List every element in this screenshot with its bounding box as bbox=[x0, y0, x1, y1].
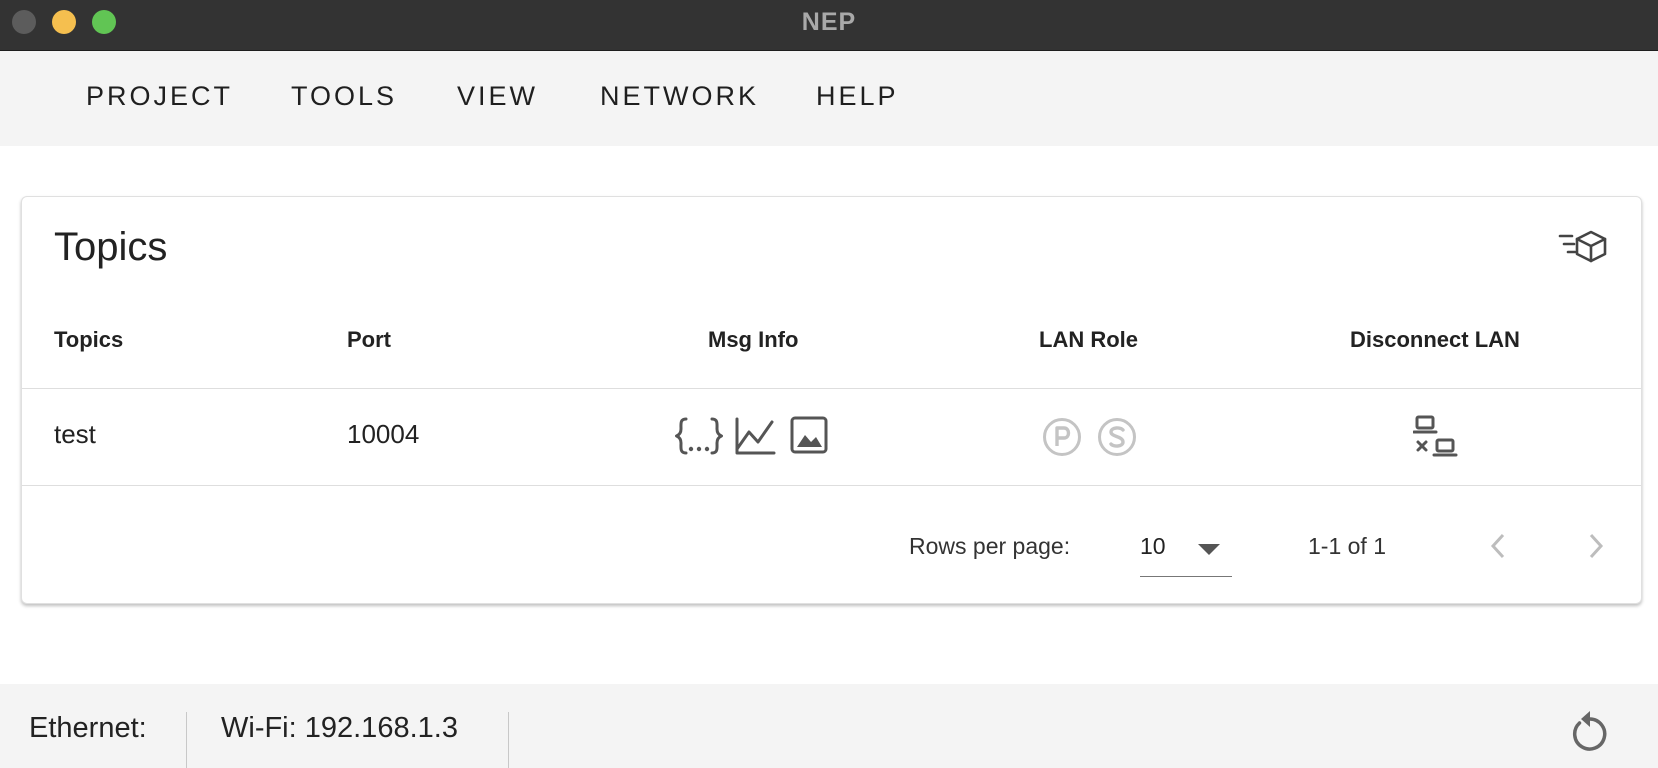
menu-tools[interactable]: TOOLS bbox=[291, 81, 397, 112]
status-divider bbox=[508, 712, 509, 768]
chevron-down-icon bbox=[1198, 544, 1220, 555]
column-header-topics[interactable]: Topics bbox=[54, 327, 123, 353]
menu-bar: PROJECT TOOLS VIEW NETWORK HELP bbox=[0, 51, 1658, 146]
filter-cube-icon[interactable] bbox=[1558, 227, 1612, 267]
window-title: NEP bbox=[801, 8, 857, 36]
next-page-button[interactable] bbox=[1585, 531, 1607, 566]
row-divider bbox=[22, 485, 1641, 486]
previous-page-button[interactable] bbox=[1487, 531, 1509, 566]
window-titlebar: NEP bbox=[0, 0, 1658, 51]
json-braces-icon[interactable] bbox=[675, 416, 723, 461]
lan-disconnect-icon[interactable] bbox=[1412, 414, 1459, 465]
rows-per-page-select[interactable]: 10 bbox=[1140, 519, 1232, 577]
pagination-range: 1-1 of 1 bbox=[1308, 533, 1386, 559]
publisher-p-icon[interactable] bbox=[1042, 417, 1082, 462]
status-bar: Ethernet: Wi-Fi: 192.168.1.3 bbox=[0, 684, 1658, 768]
column-header-msg-info: Msg Info bbox=[708, 327, 799, 352]
wifi-status: Wi-Fi: 192.168.1.3 bbox=[221, 712, 458, 744]
subscriber-s-icon[interactable] bbox=[1097, 417, 1137, 462]
image-icon[interactable] bbox=[790, 416, 828, 459]
header-divider bbox=[22, 388, 1641, 389]
rows-per-page-label: Rows per page: bbox=[909, 533, 1071, 559]
ethernet-status: Ethernet: bbox=[29, 712, 147, 744]
refresh-icon[interactable] bbox=[1570, 708, 1610, 757]
card-title: Topics bbox=[54, 225, 168, 269]
topic-port: 10004 bbox=[347, 419, 420, 449]
topics-card: Topics Topics Port Msg Info LAN Role Dis… bbox=[21, 196, 1642, 604]
menu-view[interactable]: VIEW bbox=[457, 81, 538, 112]
rows-per-page-value: 10 bbox=[1140, 533, 1166, 559]
column-header-lan-role: LAN Role bbox=[1039, 327, 1138, 352]
topic-name: test bbox=[54, 419, 96, 449]
menu-project[interactable]: PROJECT bbox=[86, 81, 233, 112]
column-header-disconnect-lan: Disconnect LAN bbox=[1350, 327, 1520, 352]
line-chart-icon[interactable] bbox=[734, 416, 776, 461]
status-divider bbox=[186, 712, 187, 768]
menu-help[interactable]: HELP bbox=[816, 81, 899, 112]
column-header-port[interactable]: Port bbox=[347, 327, 391, 353]
menu-network[interactable]: NETWORK bbox=[600, 81, 759, 112]
